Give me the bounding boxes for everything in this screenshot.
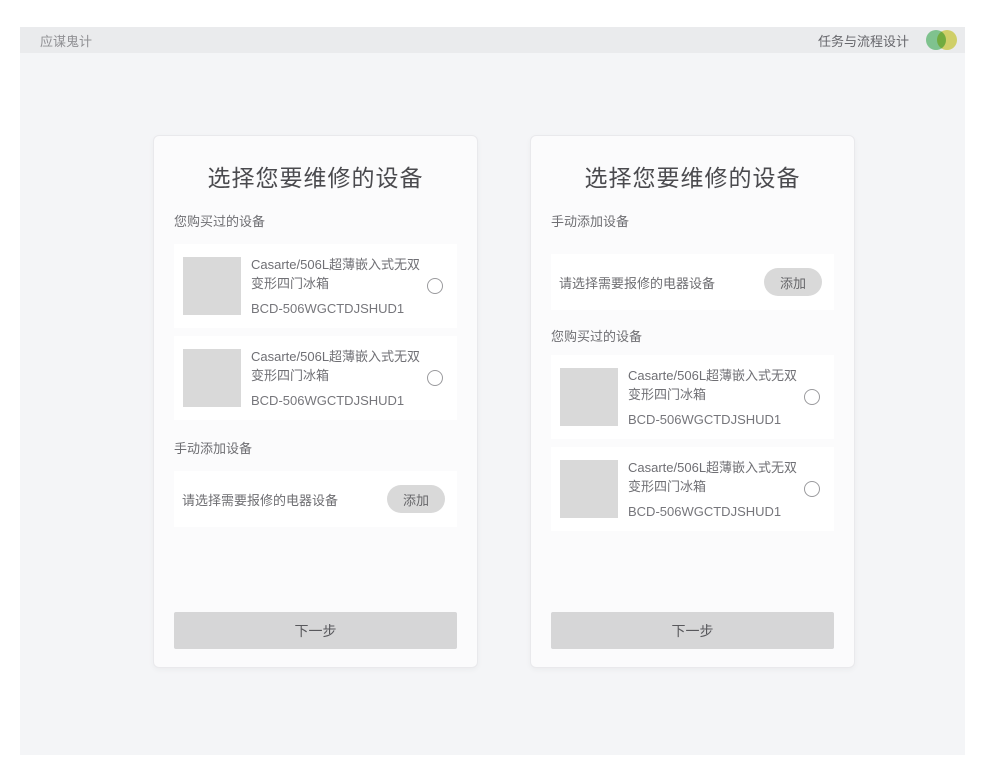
add-device-row: 请选择需要报修的电器设备 添加: [551, 254, 834, 310]
device-name: Casarte/506L超薄嵌入式无双变形四门冰箱: [628, 366, 804, 404]
device-thumbnail: [183, 257, 241, 315]
yellow-dot-icon[interactable]: [937, 30, 957, 50]
screen-card-1: 选择您要维修的设备 您购买过的设备 Casarte/506L超薄嵌入式无双变形四…: [153, 135, 478, 668]
device-model: BCD-506WGCTDJSHUD1: [251, 299, 427, 318]
mode-label: 任务与流程设计: [818, 31, 909, 50]
device-text: Casarte/506L超薄嵌入式无双变形四门冰箱 BCD-506WGCTDJS…: [251, 347, 427, 410]
device-thumbnail: [560, 368, 618, 426]
device-text: Casarte/506L超薄嵌入式无双变形四门冰箱 BCD-506WGCTDJS…: [628, 458, 804, 521]
radio-button[interactable]: [427, 278, 443, 294]
device-model: BCD-506WGCTDJSHUD1: [251, 391, 427, 410]
radio-button[interactable]: [804, 481, 820, 497]
device-list-item[interactable]: Casarte/506L超薄嵌入式无双变形四门冰箱 BCD-506WGCTDJS…: [551, 355, 834, 439]
device-name: Casarte/506L超薄嵌入式无双变形四门冰箱: [251, 347, 427, 385]
device-list-item[interactable]: Casarte/506L超薄嵌入式无双变形四门冰箱 BCD-506WGCTDJS…: [174, 336, 457, 420]
header-right-group: 任务与流程设计: [818, 30, 957, 50]
device-thumbnail: [560, 460, 618, 518]
purchased-devices-label: 您购买过的设备: [174, 213, 457, 230]
manual-add-label: 手动添加设备: [551, 213, 834, 230]
device-name: Casarte/506L超薄嵌入式无双变形四门冰箱: [628, 458, 804, 496]
screen-card-2: 选择您要维修的设备 手动添加设备 请选择需要报修的电器设备 添加 您购买过的设备…: [530, 135, 855, 668]
manual-add-label: 手动添加设备: [174, 440, 457, 457]
device-text: Casarte/506L超薄嵌入式无双变形四门冰箱 BCD-506WGCTDJS…: [628, 366, 804, 429]
device-name: Casarte/506L超薄嵌入式无双变形四门冰箱: [251, 255, 427, 293]
device-list-item[interactable]: Casarte/506L超薄嵌入式无双变形四门冰箱 BCD-506WGCTDJS…: [174, 244, 457, 328]
radio-button[interactable]: [804, 389, 820, 405]
page-title: 选择您要维修的设备: [174, 163, 457, 193]
device-list-item[interactable]: Casarte/506L超薄嵌入式无双变形四门冰箱 BCD-506WGCTDJS…: [551, 447, 834, 531]
next-button[interactable]: 下一步: [174, 612, 457, 649]
next-button[interactable]: 下一步: [551, 612, 834, 649]
add-button[interactable]: 添加: [764, 268, 822, 296]
header-bar: 应谋鬼计 任务与流程设计: [20, 27, 965, 53]
app-title: 应谋鬼计: [40, 31, 92, 50]
radio-button[interactable]: [427, 370, 443, 386]
purchased-devices-label: 您购买过的设备: [551, 328, 834, 345]
add-device-row: 请选择需要报修的电器设备 添加: [174, 471, 457, 527]
device-text: Casarte/506L超薄嵌入式无双变形四门冰箱 BCD-506WGCTDJS…: [251, 255, 427, 318]
device-thumbnail: [183, 349, 241, 407]
add-button[interactable]: 添加: [387, 485, 445, 513]
add-device-placeholder: 请选择需要报修的电器设备: [182, 490, 338, 509]
add-device-placeholder: 请选择需要报修的电器设备: [559, 273, 715, 292]
device-model: BCD-506WGCTDJSHUD1: [628, 502, 804, 521]
page-title: 选择您要维修的设备: [551, 163, 834, 193]
device-model: BCD-506WGCTDJSHUD1: [628, 410, 804, 429]
